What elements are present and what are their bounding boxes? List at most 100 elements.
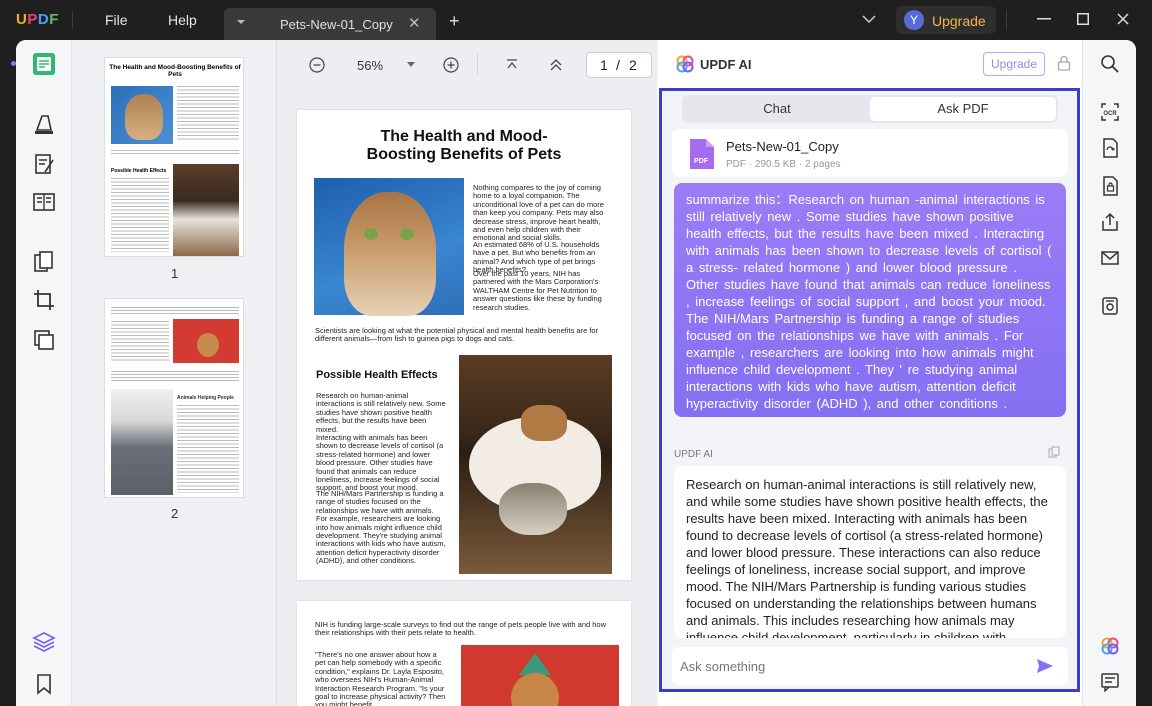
- effects-paragraph-1: Research on human-animal interactions is…: [316, 391, 446, 434]
- reader-icon[interactable]: [32, 52, 56, 76]
- zoom-in-icon[interactable]: [443, 57, 459, 73]
- tab-dropdown-icon[interactable]: [236, 17, 246, 27]
- minimize-icon[interactable]: [1037, 18, 1051, 20]
- svg-text:OCR: OCR: [1103, 111, 1117, 117]
- user-message-bubble: summarize this：Research on human -animal…: [674, 183, 1066, 417]
- pdf-page-2: NIH is funding large-scale surveys to fi…: [297, 601, 631, 706]
- ai-panel-header: UPDF AI Upgrade: [658, 40, 1082, 88]
- effects-paragraph-3: The NIH/Mars Partnership is funding a ra…: [316, 489, 446, 566]
- document-tab[interactable]: Pets-New-01_Copy ✕: [224, 8, 436, 40]
- convert-icon[interactable]: [1100, 138, 1120, 158]
- right-toolbar: OCR: [1082, 40, 1136, 706]
- email-icon[interactable]: [1100, 248, 1120, 268]
- share-icon[interactable]: [1100, 212, 1120, 232]
- thumb-section-title: Animals Helping People: [177, 395, 234, 401]
- attached-file-card: PDF Pets-New-01_Copy PDF · 290.5 KB · 2 …: [672, 129, 1068, 177]
- pdf-file-icon: PDF: [690, 139, 714, 169]
- ai-upgrade-button[interactable]: Upgrade: [983, 52, 1045, 76]
- thumbnail-panel: The Health and Mood-Boosting Benefits of…: [72, 40, 277, 706]
- dog-and-cat-photo: [459, 355, 612, 574]
- layers-icon[interactable]: [32, 630, 56, 654]
- chevron-down-icon[interactable]: [862, 14, 876, 24]
- current-page[interactable]: 1: [600, 57, 608, 73]
- send-icon[interactable]: [1036, 658, 1054, 674]
- menu-file[interactable]: File: [105, 12, 128, 28]
- thumb-cat-image: [111, 86, 173, 144]
- updf-logo: UPDF: [16, 11, 59, 28]
- maximize-icon[interactable]: [1077, 13, 1089, 25]
- menu-help[interactable]: Help: [168, 12, 197, 28]
- effects-paragraph-2: Interacting with animals has been shown …: [316, 433, 444, 493]
- close-window-icon[interactable]: [1117, 13, 1129, 25]
- thumb-cat-image: [111, 389, 173, 495]
- section-heading: Possible Health Effects: [316, 369, 438, 381]
- avatar: Y: [904, 10, 924, 30]
- viewer-toolbar: 56% 1 / 2: [277, 40, 657, 90]
- previous-page-icon[interactable]: [549, 58, 563, 72]
- upgrade-label: Upgrade: [932, 13, 986, 29]
- thumb-text-lines: [111, 150, 239, 156]
- divider: [72, 10, 73, 30]
- tab-chat[interactable]: Chat: [684, 97, 870, 121]
- protect-file-icon[interactable]: [1100, 176, 1120, 196]
- thumb-text-lines: [177, 86, 239, 142]
- search-icon[interactable]: [1100, 54, 1120, 74]
- zoom-dropdown-icon[interactable]: [407, 62, 415, 68]
- thumb-title: The Health and Mood-Boosting Benefits of…: [109, 64, 241, 78]
- page-number-label: 2: [171, 506, 179, 521]
- ai-assistant-panel: UPDF AI Upgrade Chat Ask PDF PDF Pets-Ne…: [658, 40, 1082, 706]
- page-thumbnail-1[interactable]: The Health and Mood-Boosting Benefits of…: [104, 57, 244, 257]
- save-icon[interactable]: [1100, 296, 1120, 316]
- form-icon[interactable]: [32, 190, 56, 214]
- ocr-icon[interactable]: OCR: [1100, 102, 1120, 122]
- thumb-text-lines: [111, 371, 239, 383]
- ai-response-label: UPDF AI: [674, 449, 713, 460]
- first-page-icon[interactable]: [505, 58, 519, 72]
- ask-input-box[interactable]: [672, 647, 1068, 685]
- upgrade-button[interactable]: Y Upgrade: [896, 6, 996, 34]
- updf-ai-icon[interactable]: [1100, 636, 1120, 656]
- cat-photo: [314, 178, 464, 316]
- close-tab-icon[interactable]: ✕: [408, 14, 421, 32]
- puppy-photo: [461, 645, 619, 706]
- crop-icon[interactable]: [32, 288, 56, 312]
- copy-icon[interactable]: [1048, 446, 1060, 458]
- thumb-puppy-image: [173, 319, 239, 363]
- protect-icon[interactable]: [32, 328, 56, 352]
- new-tab-button[interactable]: +: [449, 11, 460, 32]
- zoom-level[interactable]: 56%: [357, 58, 383, 73]
- edit-icon[interactable]: [32, 152, 56, 176]
- thumb-text-lines: [111, 307, 239, 315]
- ask-input[interactable]: [680, 655, 1020, 677]
- page-thumbnail-2[interactable]: Animals Helping People: [104, 298, 244, 498]
- thumb-text-lines: [177, 405, 239, 493]
- pdf-badge-text: PDF: [694, 158, 709, 165]
- file-name: Pets-New-01_Copy: [726, 139, 839, 154]
- divider: [477, 54, 478, 74]
- bookmark-icon[interactable]: [32, 672, 56, 696]
- nih-paragraph: Over the past 10 years, NIH has partnere…: [473, 269, 602, 312]
- organize-pages-icon[interactable]: [32, 250, 56, 274]
- pdf-page-1: The Health and Mood-Boosting Benefits of…: [297, 110, 631, 580]
- ai-response-bubble: Research on human-animal interactions is…: [674, 466, 1066, 638]
- document-viewer[interactable]: 56% 1 / 2 The Health and Mood-Boosting B…: [277, 40, 657, 706]
- title-bar: UPDF File Help Pets-New-01_Copy ✕ + Y Up…: [0, 0, 1152, 40]
- page2-intro: NIH is funding large-scale surveys to fi…: [315, 620, 606, 638]
- document-title: The Health and Mood-Boosting Benefits of…: [366, 128, 562, 163]
- lock-icon[interactable]: [1057, 55, 1071, 71]
- tab-title: Pets-New-01_Copy: [280, 17, 393, 32]
- comments-list-icon[interactable]: [1100, 672, 1120, 692]
- page-separator: /: [616, 57, 620, 73]
- total-pages: 2: [629, 57, 637, 73]
- page-navigator[interactable]: 1 / 2: [586, 52, 652, 78]
- updf-ai-logo-icon: [676, 55, 694, 73]
- scientists-paragraph: Scientists are looking at what the poten…: [315, 326, 599, 344]
- tab-ask-pdf[interactable]: Ask PDF: [870, 97, 1056, 121]
- ai-mode-tabs: Chat Ask PDF: [682, 95, 1058, 123]
- ai-chat-area: Chat Ask PDF PDF Pets-New-01_Copy PDF · …: [659, 88, 1080, 692]
- file-meta: PDF · 290.5 KB · 2 pages: [726, 159, 841, 170]
- comment-icon[interactable]: [32, 112, 56, 136]
- intro-paragraph: Nothing compares to the joy of coming ho…: [473, 183, 604, 243]
- zoom-out-icon[interactable]: [309, 57, 325, 73]
- page2-quote: "There's no one answer about how a pet c…: [315, 650, 446, 706]
